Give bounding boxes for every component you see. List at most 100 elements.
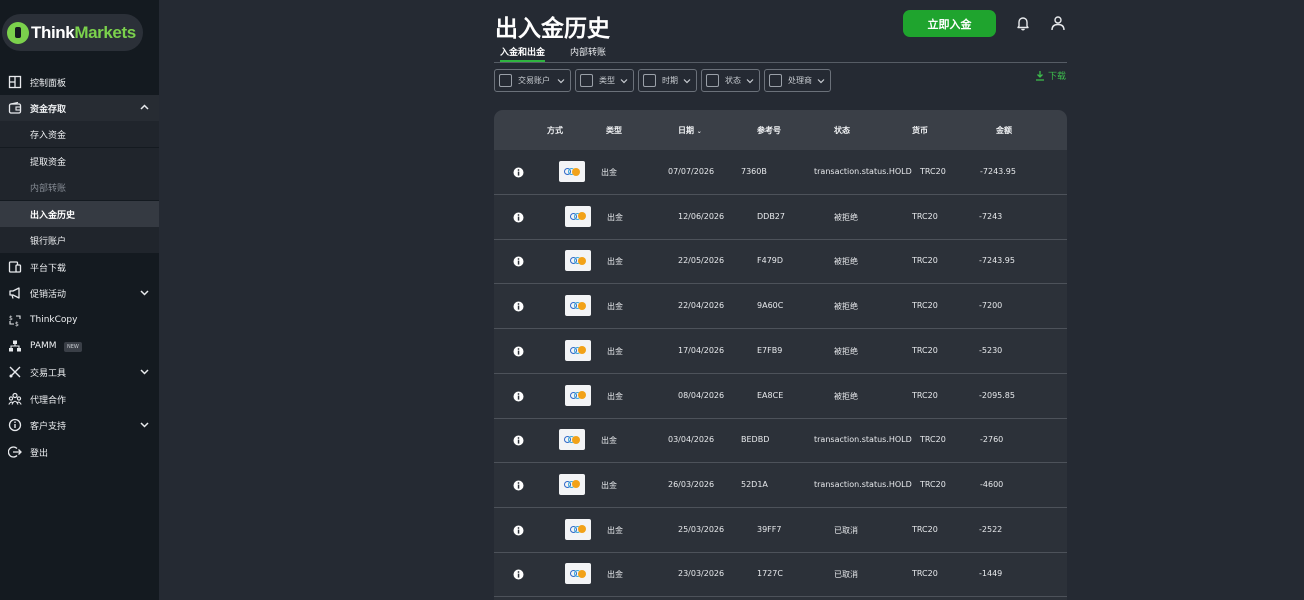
sidebar-subitem-history[interactable]: 出入金历史 bbox=[0, 201, 159, 227]
info-icon[interactable] bbox=[513, 346, 524, 357]
brand-logo[interactable]: ThinkMarkets bbox=[2, 14, 143, 51]
sidebar-item-logout[interactable]: 登出 bbox=[0, 439, 159, 465]
table-row[interactable]: 出金 26/03/2026 52D1A transaction.status.HOLD… bbox=[494, 463, 1067, 508]
table-row[interactable]: 出金 03/04/2026 BEDBD transaction.status.HOLD… bbox=[494, 418, 1067, 464]
sidebar-item-funds[interactable]: 资金存取 bbox=[0, 95, 159, 121]
payment-method-logo bbox=[565, 339, 591, 361]
cell-currency: TRC20 bbox=[920, 435, 946, 445]
info-icon[interactable] bbox=[513, 256, 524, 267]
cell-currency: TRC20 bbox=[912, 390, 938, 400]
sidebar-item-dashboard[interactable]: 控制面板 bbox=[0, 69, 159, 95]
cell-ref: E7FB9 bbox=[757, 345, 783, 355]
sidebar-item-label: 控制面板 bbox=[30, 78, 67, 89]
sidebar-item-support[interactable]: 客户支持 bbox=[0, 412, 159, 438]
table-row[interactable]: 出金 08/04/2026 EA8CE 被拒绝 TRC20 -2095.85 bbox=[494, 374, 1067, 419]
sidebar-item-promotions[interactable]: 促销活动 bbox=[0, 280, 159, 306]
cell-date: 22/04/2026 bbox=[678, 301, 725, 311]
sidebar-item-label: ThinkCopy bbox=[30, 315, 78, 325]
chevron-down-icon bbox=[683, 79, 691, 84]
cell-type: 出金 bbox=[601, 168, 617, 177]
column-header-status: 状态 bbox=[834, 126, 850, 135]
filter-status[interactable]: 状态 bbox=[701, 69, 760, 92]
info-icon[interactable] bbox=[513, 301, 524, 312]
table-row[interactable]: 出金 25/03/2026 39FF7 已取消 TRC20 -2522 bbox=[494, 508, 1067, 553]
info-circle-icon bbox=[8, 418, 22, 432]
cell-currency: TRC20 bbox=[912, 524, 938, 534]
chevron-down-icon bbox=[140, 290, 149, 296]
info-icon[interactable] bbox=[513, 391, 524, 402]
cell-date: 25/03/2026 bbox=[678, 524, 725, 534]
sidebar-subitem-deposit[interactable]: 存入资金 bbox=[0, 121, 159, 147]
payment-method-logo bbox=[559, 473, 585, 495]
info-icon[interactable] bbox=[513, 167, 524, 178]
checkbox[interactable] bbox=[769, 74, 782, 87]
sidebar-item-label: 交易工具 bbox=[30, 368, 67, 379]
cell-ref: BEDBD bbox=[741, 435, 770, 445]
sidebar-item-platform[interactable]: 平台下载 bbox=[0, 254, 159, 280]
user-icon[interactable] bbox=[1050, 15, 1066, 31]
cell-amount: -7243 bbox=[979, 211, 1003, 221]
table-row[interactable]: 出金 07/07/2026 7360B transaction.status.HOLD… bbox=[494, 150, 1067, 195]
info-icon[interactable] bbox=[513, 480, 524, 491]
cell-status: 被拒绝 bbox=[834, 212, 858, 222]
download-icon bbox=[1036, 71, 1044, 81]
table-row[interactable]: 出金 17/04/2026 E7FB9 被拒绝 TRC20 -5230 bbox=[494, 329, 1067, 374]
filter-type[interactable]: 类型 bbox=[575, 69, 634, 92]
cell-date: 07/07/2026 bbox=[668, 167, 715, 176]
filter-processor[interactable]: 处理商 bbox=[764, 69, 831, 92]
checkbox[interactable] bbox=[643, 74, 656, 87]
sidebar-item-label: 资金存取 bbox=[30, 104, 67, 115]
chevron-down-icon bbox=[817, 79, 825, 84]
column-header-date[interactable]: 日期 ⌄ bbox=[678, 125, 702, 136]
payment-method-logo bbox=[565, 295, 591, 317]
cell-status: 已取消 bbox=[834, 570, 858, 580]
cell-status: transaction.status.HOLD bbox=[814, 435, 912, 445]
cell-ref: EA8CE bbox=[757, 390, 784, 400]
cell-ref: 1727C bbox=[757, 569, 783, 579]
cell-type: 出金 bbox=[607, 257, 623, 267]
tab-deposits-withdrawals[interactable]: 入金和出金 bbox=[500, 45, 546, 62]
sidebar-subitem-withdraw[interactable]: 提取资金 bbox=[0, 148, 159, 174]
history-tabs: 入金和出金 内部转账 bbox=[494, 43, 1067, 63]
sidebar-item-label: 出入金历史 bbox=[30, 211, 76, 221]
tab-internal-transfer[interactable]: 内部转账 bbox=[570, 45, 606, 62]
sidebar-subitem-transfer[interactable]: 内部转账 bbox=[0, 174, 159, 200]
checkbox[interactable] bbox=[580, 74, 593, 87]
table-row[interactable]: 出金 12/06/2026 DDB27 被拒绝 TRC20 -7243 bbox=[494, 195, 1067, 240]
sidebar-item-thinkcopy[interactable]: $ $ ThinkCopy bbox=[0, 307, 159, 333]
table-row[interactable]: 出金 23/03/2026 1727C 已取消 TRC20 -1449 bbox=[494, 552, 1067, 598]
deposit-now-button[interactable]: 立即入金 bbox=[903, 10, 996, 37]
sidebar-item-pamm[interactable]: PAMM NEW bbox=[0, 333, 159, 359]
sidebar-item-label: PAMM bbox=[30, 341, 57, 351]
download-button[interactable]: 下载 bbox=[1035, 69, 1066, 82]
info-icon[interactable] bbox=[513, 569, 524, 580]
checkbox[interactable] bbox=[706, 74, 719, 87]
sidebar-subitem-bank[interactable]: 银行账户 bbox=[0, 227, 159, 253]
filter-account[interactable]: 交易账户 bbox=[494, 69, 571, 92]
payment-method-logo bbox=[559, 161, 585, 182]
cell-type: 出金 bbox=[607, 391, 623, 401]
cell-ref: DDB27 bbox=[757, 211, 785, 221]
payment-method-logo bbox=[559, 429, 585, 451]
filter-period[interactable]: 时期 bbox=[638, 69, 697, 92]
cell-status: 已取消 bbox=[834, 525, 858, 535]
column-header-type: 类型 bbox=[606, 126, 622, 135]
sidebar-item-tools[interactable]: 交易工具 bbox=[0, 359, 159, 385]
megaphone-icon bbox=[9, 287, 20, 299]
cell-status: 被拒绝 bbox=[834, 302, 858, 312]
info-icon[interactable] bbox=[513, 435, 524, 446]
checkbox[interactable] bbox=[499, 74, 512, 87]
payment-method-logo bbox=[565, 563, 591, 585]
sidebar-item-partner[interactable]: 代理合作 bbox=[0, 386, 159, 412]
cell-amount: -7243.95 bbox=[980, 167, 1016, 176]
cell-status: 被拒绝 bbox=[834, 257, 858, 267]
info-icon[interactable] bbox=[513, 212, 524, 223]
table-row[interactable]: 出金 22/04/2026 9A60C 被拒绝 TRC20 -7200 bbox=[494, 284, 1067, 330]
table-row[interactable]: 出金 22/05/2026 F479D 被拒绝 TRC20 -7243.95 bbox=[494, 239, 1067, 285]
cell-amount: -2760 bbox=[980, 435, 1004, 445]
cell-type: 出金 bbox=[607, 212, 623, 222]
bell-icon[interactable] bbox=[1015, 15, 1031, 31]
cell-currency: TRC20 bbox=[920, 167, 946, 176]
cell-type: 出金 bbox=[607, 346, 623, 356]
info-icon[interactable] bbox=[513, 525, 524, 536]
